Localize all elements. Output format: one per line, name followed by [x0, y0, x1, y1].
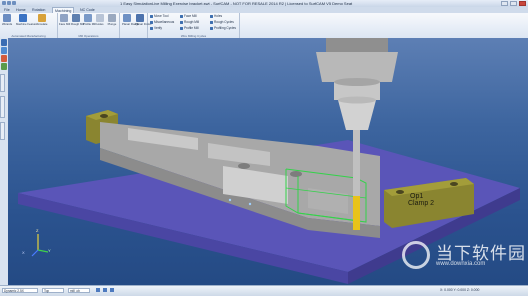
y-axis: [37, 249, 49, 253]
verify-button[interactable]: Verify: [150, 26, 162, 31]
machine-feature-button[interactable]: Machine Feature: [16, 14, 37, 26]
axis-label-x: X: [22, 250, 25, 255]
operations-icon[interactable]: [1, 55, 7, 62]
views-icon[interactable]: [1, 47, 7, 54]
verify-icon: [150, 26, 153, 30]
ortho-icon[interactable]: [109, 288, 114, 292]
wizards-button[interactable]: Wizards: [2, 14, 12, 26]
wire-face-mill-button[interactable]: Face Mill: [180, 14, 197, 19]
mode-select[interactable]: mill .cb: [68, 288, 90, 293]
rough-cycles-button[interactable]: Rough Cycles: [210, 20, 234, 25]
minimize-button[interactable]: [501, 1, 508, 6]
rough-icon: [180, 20, 183, 24]
ribbon: Wizards Machine Feature Simulate Automat…: [0, 13, 528, 39]
tool-holder-taper: [338, 100, 376, 130]
feature-icon: [19, 14, 27, 22]
holes-button[interactable]: Holes: [95, 14, 105, 26]
face-icon: [180, 14, 183, 18]
side-tab-layers[interactable]: [0, 96, 5, 118]
axis-label-z: Z: [36, 228, 39, 233]
wire-profile-mill-button[interactable]: Profile Mill: [180, 26, 199, 31]
plunge-button[interactable]: Plunge: [107, 14, 117, 26]
hole-1: [238, 163, 250, 169]
profile-icon: [180, 26, 183, 30]
plunge-icon: [108, 14, 116, 22]
profiling-cycles-button[interactable]: Profiling Cycles: [210, 26, 236, 31]
face-mill-icon: [60, 14, 68, 22]
miscellaneous-button[interactable]: Miscellaneous: [150, 20, 174, 25]
rough-mill-icon: [72, 14, 80, 22]
dynamic-mode-field[interactable]: Dynamic 2.5X: [2, 288, 38, 293]
planar-finish-button[interactable]: Planar Finish: [135, 14, 151, 26]
mill-operations-group: Face Mill Rough Mill Profile Mill Holes …: [58, 13, 120, 38]
spindle-body: [326, 38, 388, 52]
tool-bit: [353, 196, 360, 230]
profile-mill-button[interactable]: Profile Mill: [83, 14, 96, 26]
wizard-icon: [3, 14, 11, 22]
misc-icon: [150, 20, 153, 24]
clamp-label-line1: Op1: [410, 193, 424, 200]
grid-icon[interactable]: [102, 288, 107, 292]
planar-rough-button[interactable]: Planar Rough: [122, 14, 139, 26]
profile-mill-icon: [84, 14, 92, 22]
planar-group: Planar Rough Planar Finish: [120, 13, 151, 38]
view-select[interactable]: Top: [42, 288, 64, 293]
redo-icon[interactable]: [12, 1, 16, 5]
maximize-button[interactable]: [510, 1, 517, 6]
rough-mill-button[interactable]: Rough Mill: [71, 14, 84, 26]
watermark-logo-icon: [402, 241, 430, 269]
holes-icon: [96, 14, 104, 22]
tool-shank: [353, 130, 360, 196]
planar-rough-icon: [123, 14, 131, 22]
axis-label-y: Y: [48, 248, 51, 253]
rough-cycles-icon: [210, 20, 213, 24]
undo-icon[interactable]: [7, 1, 11, 5]
side-tab-manager[interactable]: [0, 74, 5, 92]
wire-milling-group: Move Tool Miscellaneous Verify Face Mill…: [148, 13, 240, 38]
clamp-label-line2: Clamp 2: [408, 200, 435, 207]
spindle-head: [316, 52, 398, 82]
window-controls: [501, 1, 526, 6]
x-axis: [31, 249, 39, 257]
automation-group: Wizards Machine Feature Simulate Automat…: [0, 13, 58, 38]
graphics-viewport[interactable]: Op1 Clamp 2 X Y Z 当下软件园 www.downxia.com: [8, 38, 528, 285]
holes-small-icon: [210, 14, 213, 18]
wire-rough-mill-button[interactable]: Rough Mill: [180, 20, 199, 25]
simulate-icon: [38, 14, 46, 22]
profiling-cycles-icon: [210, 26, 213, 30]
window-title: 1 Easy SimulationLive Milling Exercise b…: [120, 1, 353, 6]
close-button[interactable]: [519, 1, 526, 6]
move-tool-button[interactable]: Move Tool: [150, 14, 168, 19]
side-tab-properties[interactable]: [0, 122, 5, 140]
hole-2: [290, 171, 302, 177]
quick-access-toolbar: [2, 1, 16, 5]
watermark: 当下软件园 www.downxia.com: [402, 239, 525, 273]
coordinates-readout: X: 0.000 Y: 0.000 Z: 0.000: [440, 288, 480, 292]
planar-finish-icon: [136, 14, 144, 22]
snap-icon[interactable]: [96, 288, 100, 292]
move-tool-icon: [150, 14, 153, 18]
simulate-button[interactable]: Simulate: [34, 14, 50, 26]
save-icon[interactable]: [2, 1, 6, 5]
layers-icon[interactable]: [1, 39, 7, 46]
wire-holes-button[interactable]: Holes: [210, 14, 222, 19]
status-bar: Dynamic 2.5X Top mill .cb X: 0.000 Y: 0.…: [0, 285, 528, 296]
status-icons: [96, 288, 114, 293]
tools-icon[interactable]: [1, 63, 7, 70]
face-mill-button[interactable]: Face Mill: [59, 14, 70, 26]
